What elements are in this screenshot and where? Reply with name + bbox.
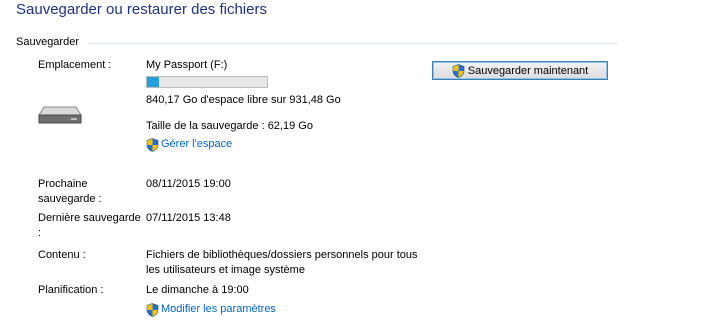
change-settings-link-label: Modifier les paramètres [161,303,276,315]
schedule-value: Le dimanche à 19:00 [146,284,249,296]
contents-value: Fichiers de bibliothèques/dossiers perso… [146,249,418,276]
backup-size-text: Taille de la sauvegarde : 62,19 Go [146,120,313,132]
location-label: Emplacement : [38,59,112,71]
backup-now-button[interactable]: Sauvegarder maintenant [432,61,608,80]
shield-icon [146,302,159,317]
page-title: Sauvegarder ou restaurer des fichiers [16,1,267,18]
shield-icon [146,137,159,152]
contents-label: Contenu : [38,249,86,261]
disk-usage-bar [146,76,268,88]
disk-usage-fill [147,77,159,87]
drive-icon [38,106,82,124]
change-settings-link[interactable]: Modifier les paramètres [146,302,276,317]
location-value: My Passport (F:) [146,59,228,71]
next-backup-value: 08/11/2015 19:00 [146,178,231,190]
section-divider [88,43,618,44]
backup-now-button-label: Sauvegarder maintenant [467,64,589,77]
next-backup-label: Prochaine sauvegarde : [38,178,102,205]
free-space-text: 840,17 Go d'espace libre sur 931,48 Go [146,94,341,106]
last-backup-value: 07/11/2015 13:48 [146,212,231,224]
schedule-label: Planification : [38,284,104,296]
manage-space-link-label: Gérer l'espace [161,138,233,150]
section-label-backup: Sauvegarder [16,36,79,48]
last-backup-label: Dernière sauvegarde : [38,212,141,239]
shield-icon [452,63,465,78]
manage-space-link[interactable]: Gérer l'espace [146,137,232,152]
